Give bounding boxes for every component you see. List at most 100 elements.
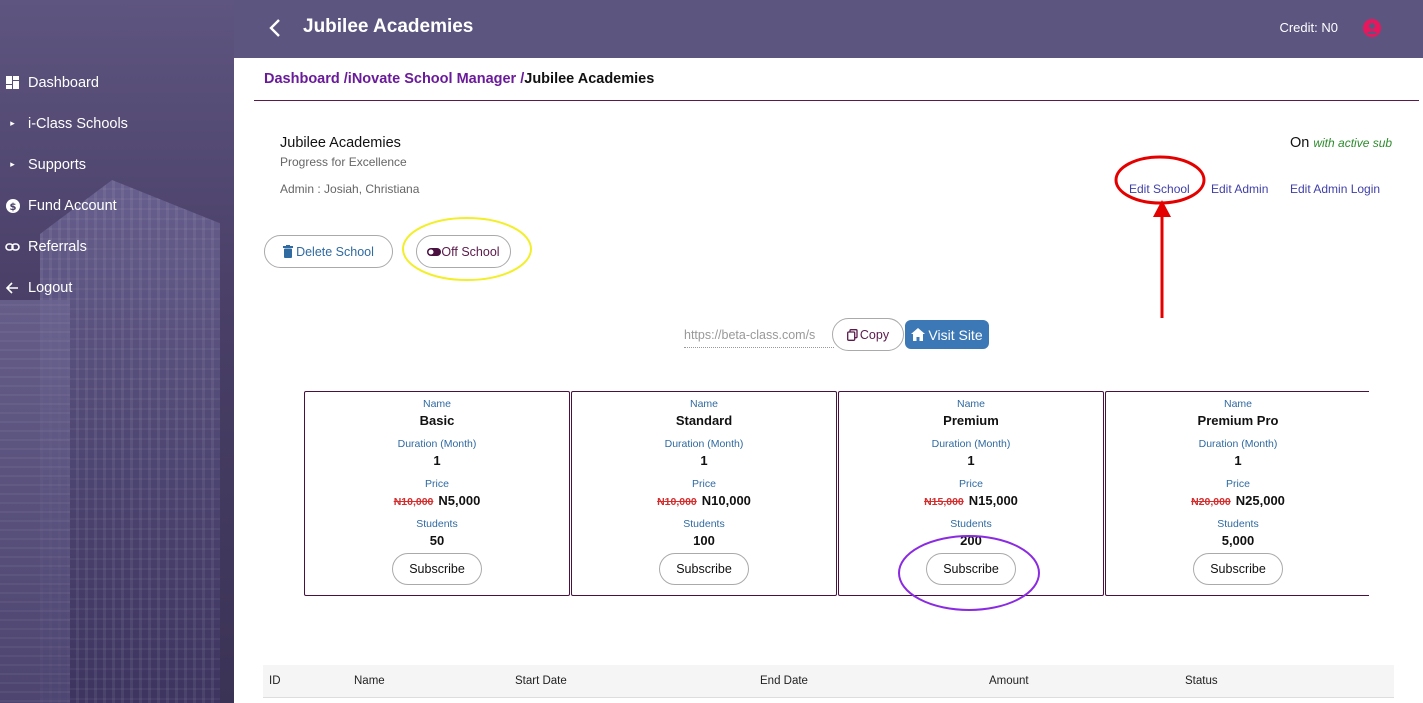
edit-school-link[interactable]: Edit School xyxy=(1129,182,1190,196)
sidebar-item-fund-account[interactable]: $ Fund Account xyxy=(0,185,234,226)
sidebar-item-label: Fund Account xyxy=(28,197,117,214)
edit-admin-login-link[interactable]: Edit Admin Login xyxy=(1290,182,1380,196)
plan-name-label: Name xyxy=(956,398,985,410)
plan-name: Basic xyxy=(419,413,455,428)
plan-name-label: Name xyxy=(1223,398,1252,410)
site-url-field[interactable] xyxy=(684,322,834,348)
plan-duration-label: Duration (Month) xyxy=(1198,438,1278,450)
plan-students-label: Students xyxy=(950,518,992,530)
subscriptions-table-header: ID Name Start Date End Date Amount Statu… xyxy=(263,665,1394,698)
plan-name-label: Name xyxy=(422,398,451,410)
copy-icon xyxy=(846,328,858,341)
svg-text:$: $ xyxy=(9,202,16,213)
delete-school-button[interactable]: Delete School xyxy=(264,235,393,268)
sidebar-item-label: Supports xyxy=(28,156,87,173)
subscribe-button[interactable]: Subscribe xyxy=(659,553,749,585)
plan-old-price: N10,000 xyxy=(393,496,434,508)
plan-card-premium-pro: Name Premium Pro Duration (Month) 1 Price N… xyxy=(1105,391,1369,596)
status-note: with active sub xyxy=(1313,136,1393,150)
school-motto: Progress for Excellence xyxy=(280,155,407,169)
subscribe-button[interactable]: Subscribe xyxy=(1193,553,1283,585)
sidebar: Dashboard ▸ i-Class Schools ▸ Supports $… xyxy=(0,0,234,703)
dollar-icon: $ xyxy=(5,198,20,213)
plan-duration: 1 xyxy=(700,453,708,468)
sidebar-item-label: Referrals xyxy=(28,238,87,255)
plan-duration: 1 xyxy=(967,453,975,468)
toggle-icon xyxy=(427,247,442,256)
dashboard-icon xyxy=(5,75,20,90)
plan-old-price: N15,000 xyxy=(924,496,964,508)
plan-price: N5,000 xyxy=(438,493,481,508)
plan-students: 50 xyxy=(429,533,445,548)
trash-icon xyxy=(283,245,294,258)
account-icon[interactable] xyxy=(1362,18,1382,38)
sidebar-nav: Dashboard ▸ i-Class Schools ▸ Supports $… xyxy=(0,62,234,308)
copy-url-button[interactable]: Copy xyxy=(832,318,904,351)
plan-name-label: Name xyxy=(689,398,718,410)
plan-name: Premium Pro xyxy=(1197,413,1279,428)
plan-old-price: N10,000 xyxy=(657,496,697,508)
top-header: Jubilee Academies Credit: N0 xyxy=(234,0,1423,58)
plan-old-price: N20,000 xyxy=(1191,496,1231,508)
sidebar-item-referrals[interactable]: Referrals xyxy=(0,226,234,267)
column-header-amount[interactable]: Amount xyxy=(989,675,1029,687)
visit-site-button[interactable]: Visit Site xyxy=(905,320,989,349)
column-header-end-date[interactable]: End Date xyxy=(760,675,808,687)
status-label: On xyxy=(1290,135,1310,151)
plan-card-premium: Name Premium Duration (Month) 1 Price N15,0… xyxy=(838,391,1104,596)
off-school-button[interactable]: Off School xyxy=(416,235,511,268)
plan-students: 100 xyxy=(693,533,715,548)
plan-name: Premium xyxy=(943,413,999,428)
column-header-name[interactable]: Name xyxy=(354,675,385,687)
arrow-left-icon xyxy=(5,280,20,295)
plan-students: 5,000 xyxy=(1221,533,1255,548)
caret-right-icon: ▸ xyxy=(10,159,15,169)
plan-price-label: Price xyxy=(692,478,716,490)
subscribe-button[interactable]: Subscribe xyxy=(926,553,1016,585)
column-header-status[interactable]: Status xyxy=(1185,675,1218,687)
plan-duration-label: Duration (Month) xyxy=(664,438,744,450)
subscribe-button[interactable]: Subscribe xyxy=(392,553,482,585)
off-school-label: Off School xyxy=(441,244,500,259)
plan-cards: Name Basic Duration (Month) 1 Price N10,000… xyxy=(304,391,1369,596)
breadcrumb-manager-link[interactable]: iNovate School Manager / xyxy=(348,71,524,87)
plan-card-basic: Name Basic Duration (Month) 1 Price N10,000… xyxy=(304,391,570,596)
plan-price: N25,000 xyxy=(1235,493,1285,508)
school-status: On with active sub xyxy=(1290,135,1392,151)
credit-balance: Credit: N0 xyxy=(1279,20,1338,35)
visit-site-label: Visit Site xyxy=(928,326,983,343)
sidebar-item-dashboard[interactable]: Dashboard xyxy=(0,62,234,103)
plan-price: N10,000 xyxy=(701,493,751,508)
breadcrumb-current: Jubilee Academies xyxy=(524,71,655,87)
plan-duration: 1 xyxy=(433,453,441,468)
plan-students: 200 xyxy=(960,533,982,548)
back-button[interactable] xyxy=(264,16,288,40)
edit-admin-link[interactable]: Edit Admin xyxy=(1211,182,1268,196)
column-header-start-date[interactable]: Start Date xyxy=(515,675,567,687)
plan-students-label: Students xyxy=(416,518,458,530)
plan-price: N15,000 xyxy=(968,493,1018,508)
sidebar-item-supports[interactable]: ▸ Supports xyxy=(0,144,234,185)
red-arrow-head xyxy=(1153,200,1171,217)
plan-name: Standard xyxy=(675,413,733,428)
caret-right-icon: ▸ xyxy=(10,118,15,128)
sidebar-item-logout[interactable]: Logout xyxy=(0,267,234,308)
red-highlight-ellipse xyxy=(1114,155,1206,205)
plan-card-standard: Name Standard Duration (Month) 1 Price N10,… xyxy=(571,391,837,596)
delete-school-label: Delete School xyxy=(296,244,374,259)
home-icon xyxy=(911,328,926,341)
building-background-image-left xyxy=(0,300,70,703)
plan-duration-label: Duration (Month) xyxy=(397,438,477,450)
plan-price-label: Price xyxy=(425,478,449,490)
chevron-left-icon xyxy=(269,19,280,37)
plan-students-label: Students xyxy=(683,518,725,530)
copy-label: Copy xyxy=(859,327,890,342)
breadcrumb: Dashboard /iNovate School Manager /Jubil… xyxy=(264,71,654,87)
breadcrumb-dashboard-link[interactable]: Dashboard / xyxy=(264,71,348,87)
sidebar-item-iclass-schools[interactable]: ▸ i-Class Schools xyxy=(0,103,234,144)
link-icon xyxy=(5,239,20,254)
school-admin: Admin : Josiah, Christiana xyxy=(280,182,420,196)
column-header-id[interactable]: ID xyxy=(269,675,281,687)
sidebar-item-label: i-Class Schools xyxy=(28,115,128,132)
school-name: Jubilee Academies xyxy=(280,135,401,151)
